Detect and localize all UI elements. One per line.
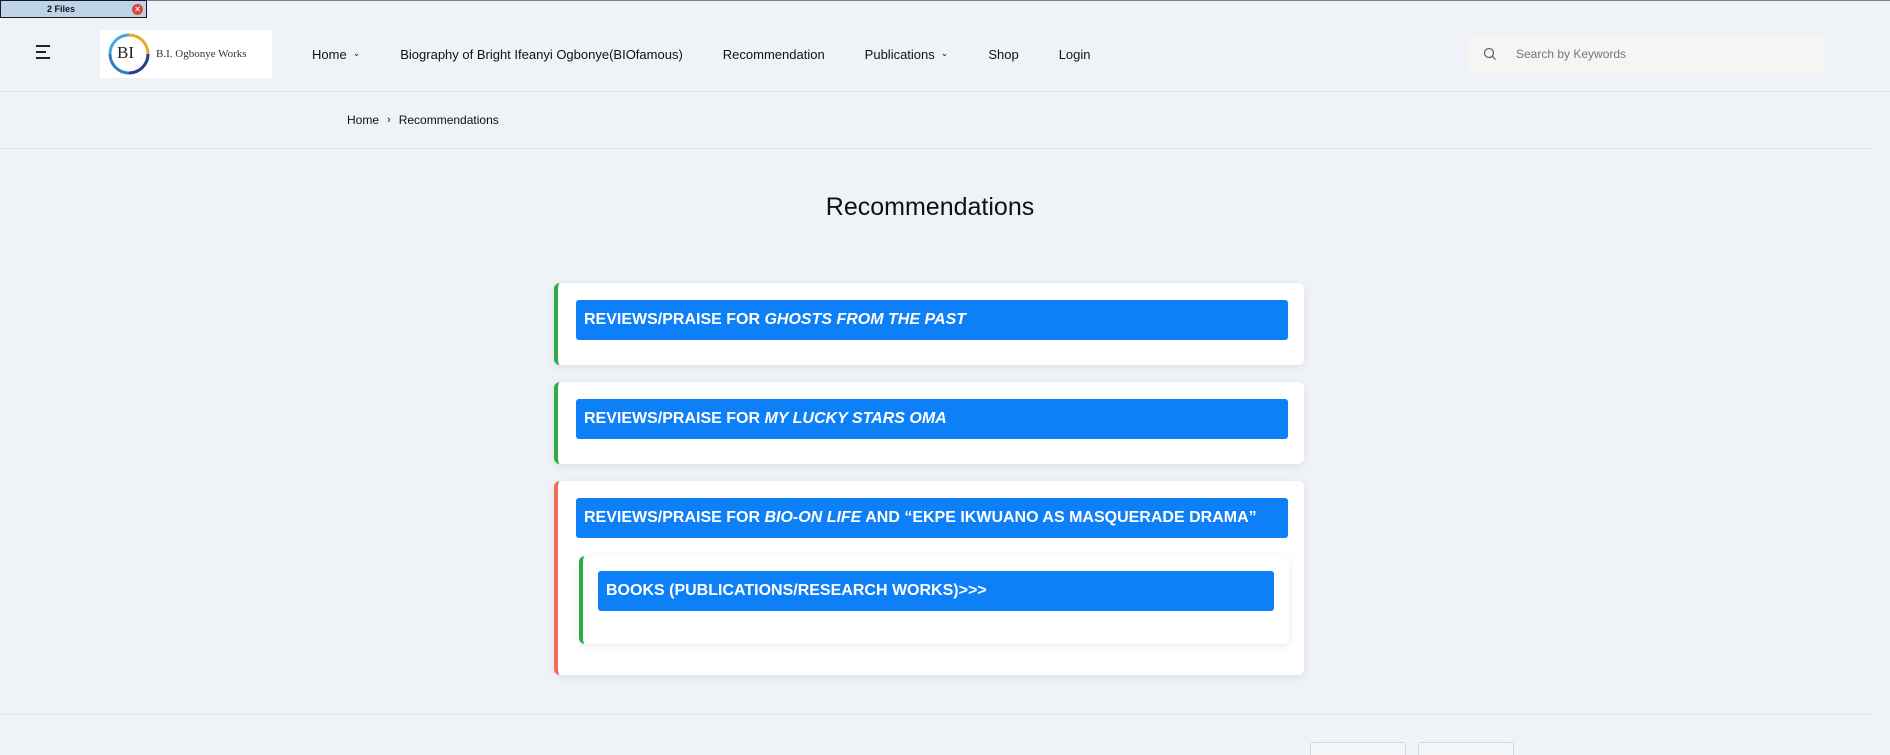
- divider: [0, 714, 1872, 715]
- close-icon[interactable]: ×: [132, 4, 143, 15]
- site-logo[interactable]: BI B.I. Ogbonye Works: [100, 30, 272, 78]
- accordion-card-expanded: REVIEWS/PRAISE FOR BIO-ON LIFE AND “EKPE…: [554, 481, 1304, 675]
- nav-label: Recommendation: [722, 46, 825, 62]
- nav-label: Publications: [864, 46, 935, 62]
- chevron-down-icon: ⌄: [352, 47, 361, 58]
- footer-button[interactable]: [1310, 742, 1406, 755]
- nav-item-biography[interactable]: Biography of Bright Ifeanyi Ogbonye(BIOf…: [400, 47, 683, 62]
- nav-label: Login: [1058, 46, 1091, 62]
- top-rule: [0, 0, 1890, 1]
- nav-label: Biography of Bright Ifeanyi Ogbonye(BIOf…: [400, 46, 683, 62]
- accordion-header-ghosts[interactable]: REVIEWS/PRAISE FOR GHOSTS FROM THE PAST: [576, 300, 1288, 340]
- search-box: [1467, 35, 1823, 73]
- logo-mark-icon: BI: [107, 32, 151, 76]
- site-header: BI B.I. Ogbonye Works Home ⌄ Biography o…: [0, 18, 1890, 92]
- accordion-header-lucky-stars[interactable]: REVIEWS/PRAISE FOR MY LUCKY STARS OMA: [576, 399, 1288, 439]
- breadcrumb-separator: ›: [387, 114, 391, 126]
- menu-icon[interactable]: [36, 45, 53, 61]
- main-nav: Home ⌄ Biography of Bright Ifeanyi Ogbon…: [312, 18, 1131, 90]
- page-title: Recommendations: [825, 193, 1035, 221]
- divider: [0, 148, 1872, 149]
- nav-item-home[interactable]: Home ⌄: [312, 47, 360, 62]
- nested-accordion-card: BOOKS (PUBLICATIONS/RESEARCH WORKS)>>>: [579, 556, 1289, 644]
- files-badge[interactable]: 2 Files ×: [0, 0, 147, 18]
- breadcrumb-home[interactable]: Home: [347, 113, 379, 127]
- breadcrumb: Home › Recommendations: [347, 113, 499, 127]
- accordion-card: REVIEWS/PRAISE FOR GHOSTS FROM THE PAST: [554, 283, 1304, 365]
- nav-label: Shop: [988, 46, 1019, 62]
- files-badge-label: 2 Files: [47, 4, 76, 14]
- footer-button[interactable]: [1418, 742, 1514, 755]
- accordion-header-books[interactable]: BOOKS (PUBLICATIONS/RESEARCH WORKS)>>>: [598, 571, 1274, 611]
- logo-mark-text: BI: [117, 43, 134, 62]
- breadcrumb-current: Recommendations: [398, 113, 499, 127]
- nav-item-login[interactable]: Login: [1059, 47, 1091, 62]
- accordion-card: REVIEWS/PRAISE FOR MY LUCKY STARS OMA: [554, 382, 1304, 464]
- nav-item-publications[interactable]: Publications ⌄: [865, 47, 949, 62]
- chevron-down-icon: ⌄: [940, 47, 949, 58]
- nav-label: Home: [312, 46, 347, 62]
- search-input[interactable]: [1514, 46, 1808, 62]
- nav-item-shop[interactable]: Shop: [988, 47, 1018, 62]
- nav-item-recommendation[interactable]: Recommendation: [723, 47, 825, 62]
- logo-text: B.I. Ogbonye Works: [156, 48, 247, 60]
- accordion-header-bio-on-life[interactable]: REVIEWS/PRAISE FOR BIO-ON LIFE AND “EKPE…: [576, 498, 1288, 538]
- search-icon[interactable]: [1483, 47, 1497, 61]
